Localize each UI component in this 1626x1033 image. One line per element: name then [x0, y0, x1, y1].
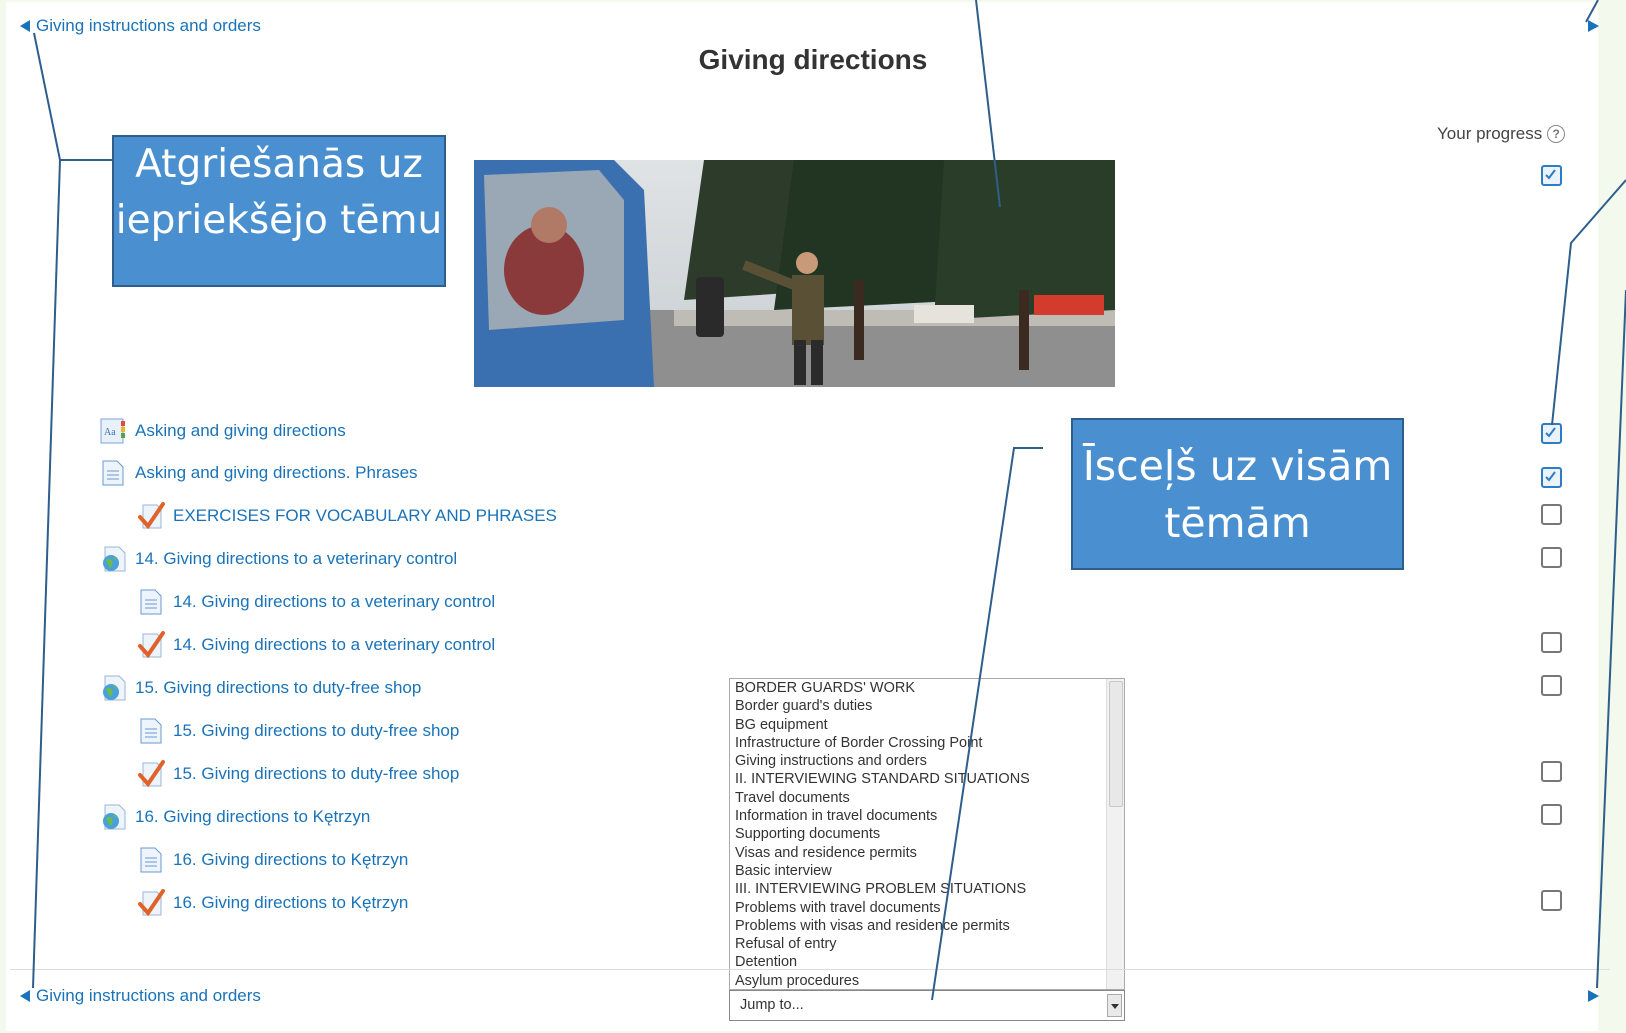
jump-to-select[interactable]: Jump to...	[729, 990, 1125, 1021]
jump-menu-scrollbar[interactable]	[1106, 679, 1124, 989]
jump-menu-option[interactable]: Giving instructions and orders	[730, 752, 1124, 770]
activity-link[interactable]: 14. Giving directions to a veterinary co…	[135, 549, 457, 569]
prev-section-label-bottom: Giving instructions and orders	[36, 986, 261, 1005]
activity-row[interactable]: 14. Giving directions to a veterinary co…	[137, 588, 495, 616]
completion-checkbox[interactable]	[1541, 675, 1562, 696]
activity-link[interactable]: 15. Giving directions to duty-free shop	[173, 764, 459, 784]
url-icon	[99, 674, 127, 702]
activity-row[interactable]: 16. Giving directions to Kętrzyn	[99, 803, 370, 831]
quiz-icon	[137, 502, 165, 530]
completion-checkbox[interactable]	[1541, 804, 1562, 825]
completion-checkbox[interactable]	[1541, 632, 1562, 653]
completion-checkbox[interactable]	[1541, 547, 1562, 568]
completion-checkbox[interactable]	[1541, 761, 1562, 782]
activity-link[interactable]: 15. Giving directions to duty-free shop	[173, 721, 459, 741]
prev-section-link-bottom[interactable]: Giving instructions and orders	[20, 986, 261, 1006]
page-icon	[99, 459, 127, 487]
jump-menu-option[interactable]: II. INTERVIEWING STANDARD SITUATIONS	[730, 770, 1124, 788]
quiz-icon	[137, 889, 165, 917]
arrow-left-icon	[20, 990, 30, 1002]
arrow-left-icon	[20, 20, 30, 32]
jump-menu-option[interactable]: III. INTERVIEWING PROBLEM SITUATIONS	[730, 880, 1124, 898]
jump-menu-option[interactable]: Basic interview	[730, 862, 1124, 880]
prev-section-label: Giving instructions and orders	[36, 16, 261, 35]
jump-menu-option[interactable]: Problems with visas and residence permit…	[730, 917, 1124, 935]
jump-menu-option[interactable]: Travel documents	[730, 789, 1124, 807]
url-icon	[99, 803, 127, 831]
activity-link[interactable]: Asking and giving directions. Phrases	[135, 463, 418, 483]
jump-menu-option[interactable]: Visas and residence permits	[730, 844, 1124, 862]
completion-checkbox-checked[interactable]	[1541, 467, 1562, 488]
activity-link[interactable]: 14. Giving directions to a veterinary co…	[173, 635, 495, 655]
glossary-icon: Aa	[99, 417, 127, 445]
callout-jump-topics: Īsceļš uz visām tēmām	[1071, 418, 1404, 570]
activity-row[interactable]: Aa Asking and giving directions	[99, 417, 346, 445]
activity-row[interactable]: Asking and giving directions. Phrases	[99, 459, 418, 487]
activity-row[interactable]: 15. Giving directions to duty-free shop	[137, 760, 459, 788]
jump-to-placeholder: Jump to...	[740, 997, 804, 1013]
section-progress-checkbox[interactable]	[1541, 165, 1562, 186]
activity-link[interactable]: 14. Giving directions to a veterinary co…	[173, 592, 495, 612]
activity-link[interactable]: 16. Giving directions to Kętrzyn	[173, 850, 408, 870]
quiz-icon	[137, 631, 165, 659]
help-icon[interactable]: ?	[1547, 125, 1566, 143]
activity-row[interactable]: 14. Giving directions to a veterinary co…	[99, 545, 457, 573]
jump-menu-option[interactable]: Problems with travel documents	[730, 899, 1124, 917]
prev-section-link-top[interactable]: Giving instructions and orders	[20, 16, 261, 36]
jump-menu-option[interactable]: Asylum procedures	[730, 972, 1124, 989]
progress-label: Your progress	[1437, 124, 1543, 143]
jump-menu-list[interactable]: BORDER GUARDS' WORK Border guard's duties…	[729, 678, 1125, 990]
activity-row[interactable]: 16. Giving directions to Kętrzyn	[137, 889, 408, 917]
activity-row[interactable]: 14. Giving directions to a veterinary co…	[137, 631, 495, 659]
next-section-arrow-bottom[interactable]	[1588, 990, 1599, 1002]
jump-menu-option[interactable]: BG equipment	[730, 716, 1124, 734]
activity-link[interactable]: Asking and giving directions	[135, 421, 346, 441]
callout-previous-topic: Atgriešanās uz iepriekšējo tēmu	[112, 135, 446, 287]
activity-link[interactable]: EXERCISES FOR VOCABULARY AND PHRASES	[173, 506, 557, 526]
callout-previous-topic-text: Atgriešanās uz iepriekšējo tēmu	[115, 142, 443, 243]
completion-checkbox[interactable]	[1541, 890, 1562, 911]
jump-menu-option[interactable]: Supporting documents	[730, 825, 1124, 843]
section-banner-image	[474, 160, 1115, 387]
page-icon	[137, 588, 165, 616]
jump-menu-option[interactable]: Infrastructure of Border Crossing Point	[730, 734, 1124, 752]
activity-row[interactable]: 15. Giving directions to duty-free shop	[99, 674, 421, 702]
completion-checkbox-checked[interactable]	[1541, 423, 1562, 444]
jump-menu-option[interactable]: Information in travel documents	[730, 807, 1124, 825]
activity-link[interactable]: 16. Giving directions to Kętrzyn	[173, 893, 408, 913]
svg-text:Aa: Aa	[104, 427, 116, 438]
scroll-thumb[interactable]	[1109, 681, 1123, 807]
callout-jump-topics-text: Īsceļš uz visām tēmām	[1082, 442, 1393, 547]
activity-row[interactable]: EXERCISES FOR VOCABULARY AND PHRASES	[137, 502, 557, 530]
jump-menu-option[interactable]: Refusal of entry	[730, 935, 1124, 953]
quiz-icon	[137, 760, 165, 788]
jump-menu-option[interactable]: BORDER GUARDS' WORK	[730, 679, 1124, 697]
activity-row[interactable]: 16. Giving directions to Kętrzyn	[137, 846, 408, 874]
page-title: Giving directions	[698, 44, 928, 75]
completion-checkbox[interactable]	[1541, 504, 1562, 525]
page-icon	[137, 846, 165, 874]
jump-menu-option[interactable]: Border guard's duties	[730, 697, 1124, 715]
progress-header: Your progress ?	[1437, 124, 1566, 144]
activity-link[interactable]: 16. Giving directions to Kętrzyn	[135, 807, 370, 827]
url-icon	[99, 545, 127, 573]
chevron-down-icon[interactable]	[1107, 994, 1122, 1017]
page-icon	[137, 717, 165, 745]
footer-divider	[10, 969, 1610, 970]
activity-link[interactable]: 15. Giving directions to duty-free shop	[135, 678, 421, 698]
next-section-arrow-top[interactable]	[1588, 20, 1599, 32]
activity-row[interactable]: 15. Giving directions to duty-free shop	[137, 717, 459, 745]
